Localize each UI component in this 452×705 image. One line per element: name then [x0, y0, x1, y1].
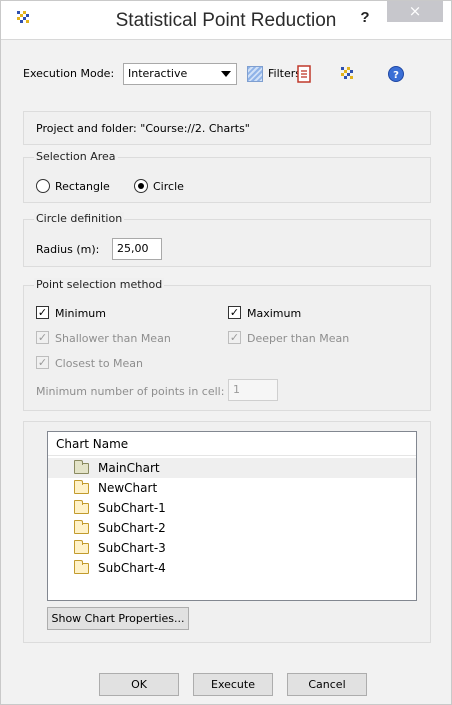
- point-selection-group: Point selection method ✓ Minimum ✓ Maxim…: [23, 278, 431, 411]
- folder-icon: [74, 480, 89, 494]
- tree-item-label: SubChart-2: [98, 521, 166, 535]
- chart-tree[interactable]: Chart Name MainChart NewChart SubChart-1…: [47, 431, 417, 601]
- ok-button[interactable]: OK: [99, 673, 179, 696]
- circle-definition-title: Circle definition: [34, 212, 125, 225]
- radius-input[interactable]: 25,00: [112, 238, 162, 260]
- closest-checkbox[interactable]: ✓: [36, 356, 49, 369]
- tree-item-label: NewChart: [98, 481, 158, 495]
- closest-label: Closest to Mean: [55, 357, 144, 370]
- folder-icon: [74, 520, 89, 534]
- tree-item-label: SubChart-3: [98, 541, 166, 555]
- circle-radio[interactable]: [134, 179, 148, 193]
- cancel-button[interactable]: Cancel: [287, 673, 367, 696]
- rectangle-label[interactable]: Rectangle: [55, 180, 110, 193]
- circle-definition-group: Circle definition Radius (m): 25,00: [23, 212, 431, 267]
- tree-item-subchart-2[interactable]: SubChart-2: [48, 518, 416, 538]
- selection-area-title: Selection Area: [34, 150, 118, 163]
- filters-icon[interactable]: [247, 66, 263, 82]
- folder-icon: [74, 500, 89, 514]
- min-points-input[interactable]: 1: [228, 379, 278, 401]
- dialog-window: Statistical Point Reduction ? × Executio…: [0, 0, 452, 705]
- min-points-label: Minimum number of points in cell:: [36, 385, 225, 398]
- app-logo-icon[interactable]: [339, 65, 357, 83]
- show-chart-properties-button[interactable]: Show Chart Properties...: [47, 607, 189, 630]
- title-divider: [1, 39, 451, 40]
- project-panel: Project and folder: "Course://2. Charts": [23, 111, 431, 145]
- shallower-label: Shallower than Mean: [55, 332, 171, 345]
- minimum-checkbox[interactable]: ✓: [36, 306, 49, 319]
- help-circle-icon[interactable]: ?: [387, 65, 405, 83]
- tree-item-label: SubChart-1: [98, 501, 166, 515]
- execution-mode-value: Interactive: [128, 67, 188, 80]
- maximum-checkbox[interactable]: ✓: [228, 306, 241, 319]
- toolbar: Execution Mode: Interactive Filters ?: [23, 63, 443, 85]
- point-selection-title: Point selection method: [34, 278, 165, 291]
- deeper-checkbox[interactable]: ✓: [228, 331, 241, 344]
- execute-button[interactable]: Execute: [193, 673, 273, 696]
- folder-icon: [74, 540, 89, 554]
- rectangle-radio[interactable]: [36, 179, 50, 193]
- execution-mode-select[interactable]: Interactive: [123, 63, 237, 85]
- execution-mode-label: Execution Mode:: [23, 67, 115, 80]
- minimum-label[interactable]: Minimum: [55, 307, 106, 320]
- folder-icon: [74, 460, 89, 474]
- selection-area-group: Selection Area Rectangle Circle: [23, 150, 431, 203]
- chevron-down-icon: [221, 71, 231, 77]
- window-title: Statistical Point Reduction: [115, 10, 337, 31]
- tree-item-subchart-3[interactable]: SubChart-3: [48, 538, 416, 558]
- tree-item-mainchart[interactable]: MainChart: [48, 458, 416, 478]
- tree-item-label: MainChart: [98, 461, 160, 475]
- close-button[interactable]: ×: [387, 1, 443, 22]
- svg-text:?: ?: [393, 70, 399, 81]
- project-folder-text: Project and folder: "Course://2. Charts": [36, 122, 250, 135]
- chart-name-header[interactable]: Chart Name: [48, 432, 416, 456]
- deeper-label: Deeper than Mean: [247, 332, 350, 345]
- folder-icon: [74, 560, 89, 574]
- radius-label: Radius (m):: [36, 243, 100, 256]
- report-icon[interactable]: [295, 65, 313, 83]
- circle-label[interactable]: Circle: [153, 180, 184, 193]
- maximum-label[interactable]: Maximum: [247, 307, 301, 320]
- tree-item-subchart-1[interactable]: SubChart-1: [48, 498, 416, 518]
- title-bar[interactable]: Statistical Point Reduction ? ×: [1, 1, 451, 39]
- shallower-checkbox[interactable]: ✓: [36, 331, 49, 344]
- tree-item-newchart[interactable]: NewChart: [48, 478, 416, 498]
- tree-item-label: SubChart-4: [98, 561, 166, 575]
- help-button[interactable]: ?: [351, 6, 379, 30]
- tree-item-subchart-4[interactable]: SubChart-4: [48, 558, 416, 578]
